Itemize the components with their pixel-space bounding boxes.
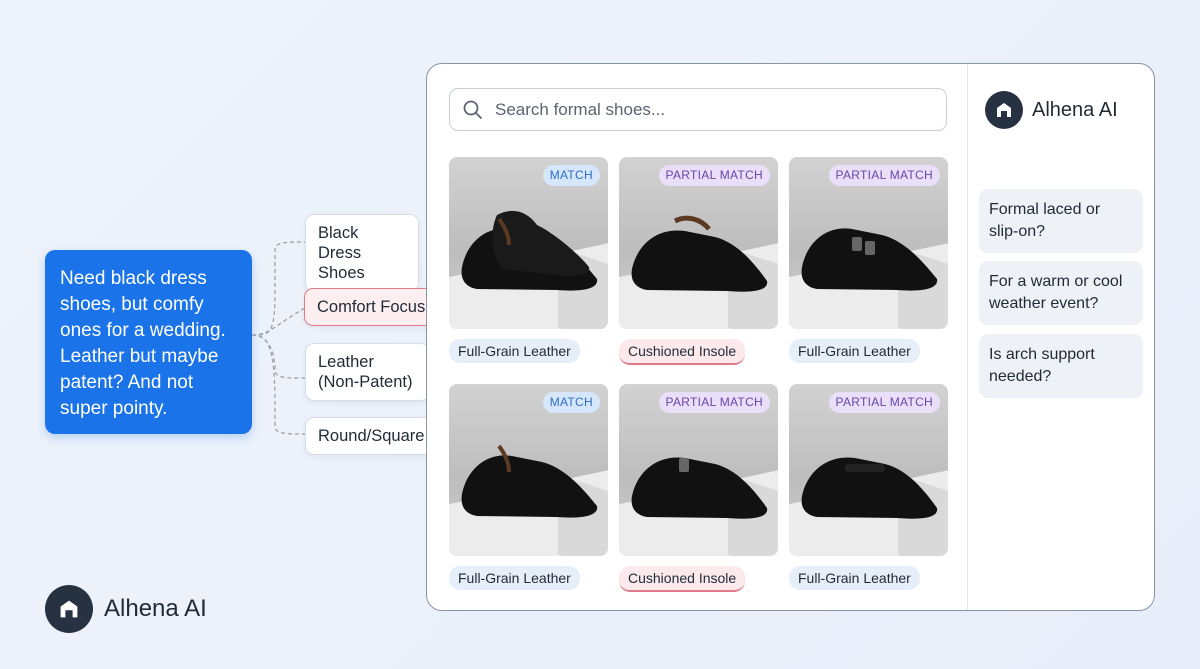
feature-tag: Full-Grain Leather: [449, 339, 580, 363]
alhena-logo-icon: [45, 585, 93, 633]
shoe-image: MATCH: [449, 384, 608, 556]
chip-leather-non-patent[interactable]: Leather (Non-Patent): [305, 343, 430, 401]
partial-match-badge: PARTIAL MATCH: [658, 165, 770, 186]
shoe-image: MATCH: [449, 157, 608, 329]
shopping-panel: Search formal shoes... MATCH Full-Grain …: [426, 63, 1155, 611]
footer-brand: Alhena AI: [45, 585, 207, 633]
shoe-image: PARTIAL MATCH: [789, 157, 948, 329]
shoe-image: PARTIAL MATCH: [619, 384, 778, 556]
search-placeholder: Search formal shoes...: [495, 99, 666, 119]
match-badge: MATCH: [542, 165, 600, 186]
partial-match-badge: PARTIAL MATCH: [828, 392, 940, 413]
chip-label: Leather (Non-Patent): [318, 353, 413, 391]
chip-label: Comfort Focus: [317, 298, 426, 316]
chip-comfort-focus[interactable]: Comfort Focus: [304, 288, 443, 326]
product-card[interactable]: PARTIAL MATCH Full-Grain Leather: [789, 157, 948, 363]
footer-brand-name: Alhena AI: [104, 595, 207, 622]
partial-match-badge: PARTIAL MATCH: [828, 165, 940, 186]
panel-divider: [967, 64, 968, 610]
suggestion-chip[interactable]: Formal laced or slip-on?: [979, 189, 1143, 253]
product-card[interactable]: PARTIAL MATCH Cushioned Insole: [619, 384, 778, 592]
product-card[interactable]: MATCH Full-Grain Leather: [449, 157, 608, 363]
suggestion-text: Is arch support needed?: [989, 346, 1095, 385]
product-card[interactable]: MATCH Full-Grain Leather: [449, 384, 608, 590]
chip-black-dress-shoes[interactable]: Black Dress Shoes: [305, 214, 419, 292]
suggestion-chip[interactable]: For a warm or cool weather event?: [979, 261, 1143, 325]
assistant-header: Alhena AI: [985, 91, 1118, 129]
feature-tag: Cushioned Insole: [619, 566, 746, 592]
assistant-brand-name: Alhena AI: [1032, 98, 1118, 121]
chip-label: Black Dress Shoes: [318, 224, 365, 282]
alhena-logo-icon: [985, 91, 1023, 129]
suggestion-text: For a warm or cool weather event?: [989, 273, 1123, 312]
search-icon: [463, 100, 482, 119]
partial-match-badge: PARTIAL MATCH: [658, 392, 770, 413]
search-input[interactable]: Search formal shoes...: [449, 88, 947, 131]
match-badge: MATCH: [542, 392, 600, 413]
shoe-image: PARTIAL MATCH: [619, 157, 778, 329]
suggestion-chip[interactable]: Is arch support needed?: [979, 334, 1143, 398]
feature-tag: Full-Grain Leather: [449, 566, 580, 590]
feature-tag: Full-Grain Leather: [789, 339, 920, 363]
product-card[interactable]: PARTIAL MATCH Cushioned Insole: [619, 157, 778, 365]
feature-tag: Cushioned Insole: [619, 339, 746, 365]
shoe-image: PARTIAL MATCH: [789, 384, 948, 556]
user-query-bubble: Need black dress shoes, but comfy ones f…: [45, 250, 252, 434]
user-query-text: Need black dress shoes, but comfy ones f…: [60, 268, 226, 419]
product-card[interactable]: PARTIAL MATCH Full-Grain Leather: [789, 384, 948, 590]
suggestion-text: Formal laced or slip-on?: [989, 201, 1101, 240]
feature-tag: Full-Grain Leather: [789, 566, 920, 590]
